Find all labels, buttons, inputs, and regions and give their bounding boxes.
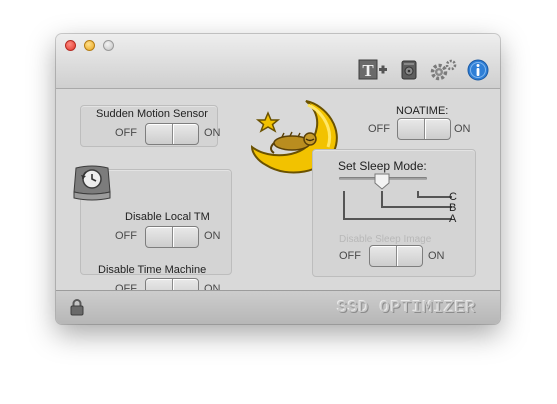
text-plus-icon[interactable]: T: [358, 59, 388, 81]
lock-icon[interactable]: [70, 299, 84, 316]
svg-text:T: T: [362, 61, 374, 80]
sleep-mode-diagram: [339, 187, 465, 223]
disk-icon[interactable]: [400, 59, 418, 81]
disable-local-tm-off-label: OFF: [115, 230, 137, 242]
disable-local-tm-on-label: ON: [204, 230, 221, 242]
noatime-toggle[interactable]: [397, 118, 451, 140]
disable-local-tm-toggle[interactable]: [145, 226, 199, 248]
disable-local-tm-label: Disable Local TM: [125, 211, 210, 223]
disable-sleep-image-on-label: ON: [428, 250, 445, 262]
disable-sleep-image-off-label: OFF: [339, 250, 361, 262]
zoom-button[interactable]: [103, 40, 114, 51]
sleep-mode-label: Set Sleep Mode:: [338, 159, 427, 173]
brand-name: SSD OPTIMIZER: [336, 299, 476, 318]
sleep-mode-option-a: A: [449, 213, 457, 225]
noatime-label: NOATIME:: [396, 105, 449, 117]
minimize-button[interactable]: [84, 40, 95, 51]
disable-time-machine-label: Disable Time Machine: [98, 264, 207, 276]
sudden-motion-sensor-off-label: OFF: [115, 127, 137, 139]
time-machine-drive-icon: [72, 162, 112, 204]
noatime-on-label: ON: [454, 123, 471, 135]
main-panel: Sudden Motion Sensor OFF ON Disable Loca…: [56, 89, 500, 300]
app-window: T Sudden Motion Sensor OFF ON Disable Lo…: [56, 34, 500, 324]
info-icon[interactable]: [466, 59, 490, 81]
close-button[interactable]: [65, 40, 76, 51]
title-bar: T: [56, 34, 500, 89]
gears-icon[interactable]: [428, 59, 458, 81]
sudden-motion-sensor-on-label: ON: [204, 127, 221, 139]
disable-sleep-image-toggle[interactable]: [369, 245, 423, 267]
noatime-off-label: OFF: [368, 123, 390, 135]
status-bar: SSD OPTIMIZER: [56, 290, 500, 324]
sudden-motion-sensor-toggle[interactable]: [145, 123, 199, 145]
disable-sleep-image-label: Disable Sleep Image: [339, 234, 432, 245]
sudden-motion-sensor-label: Sudden Motion Sensor: [96, 108, 208, 120]
